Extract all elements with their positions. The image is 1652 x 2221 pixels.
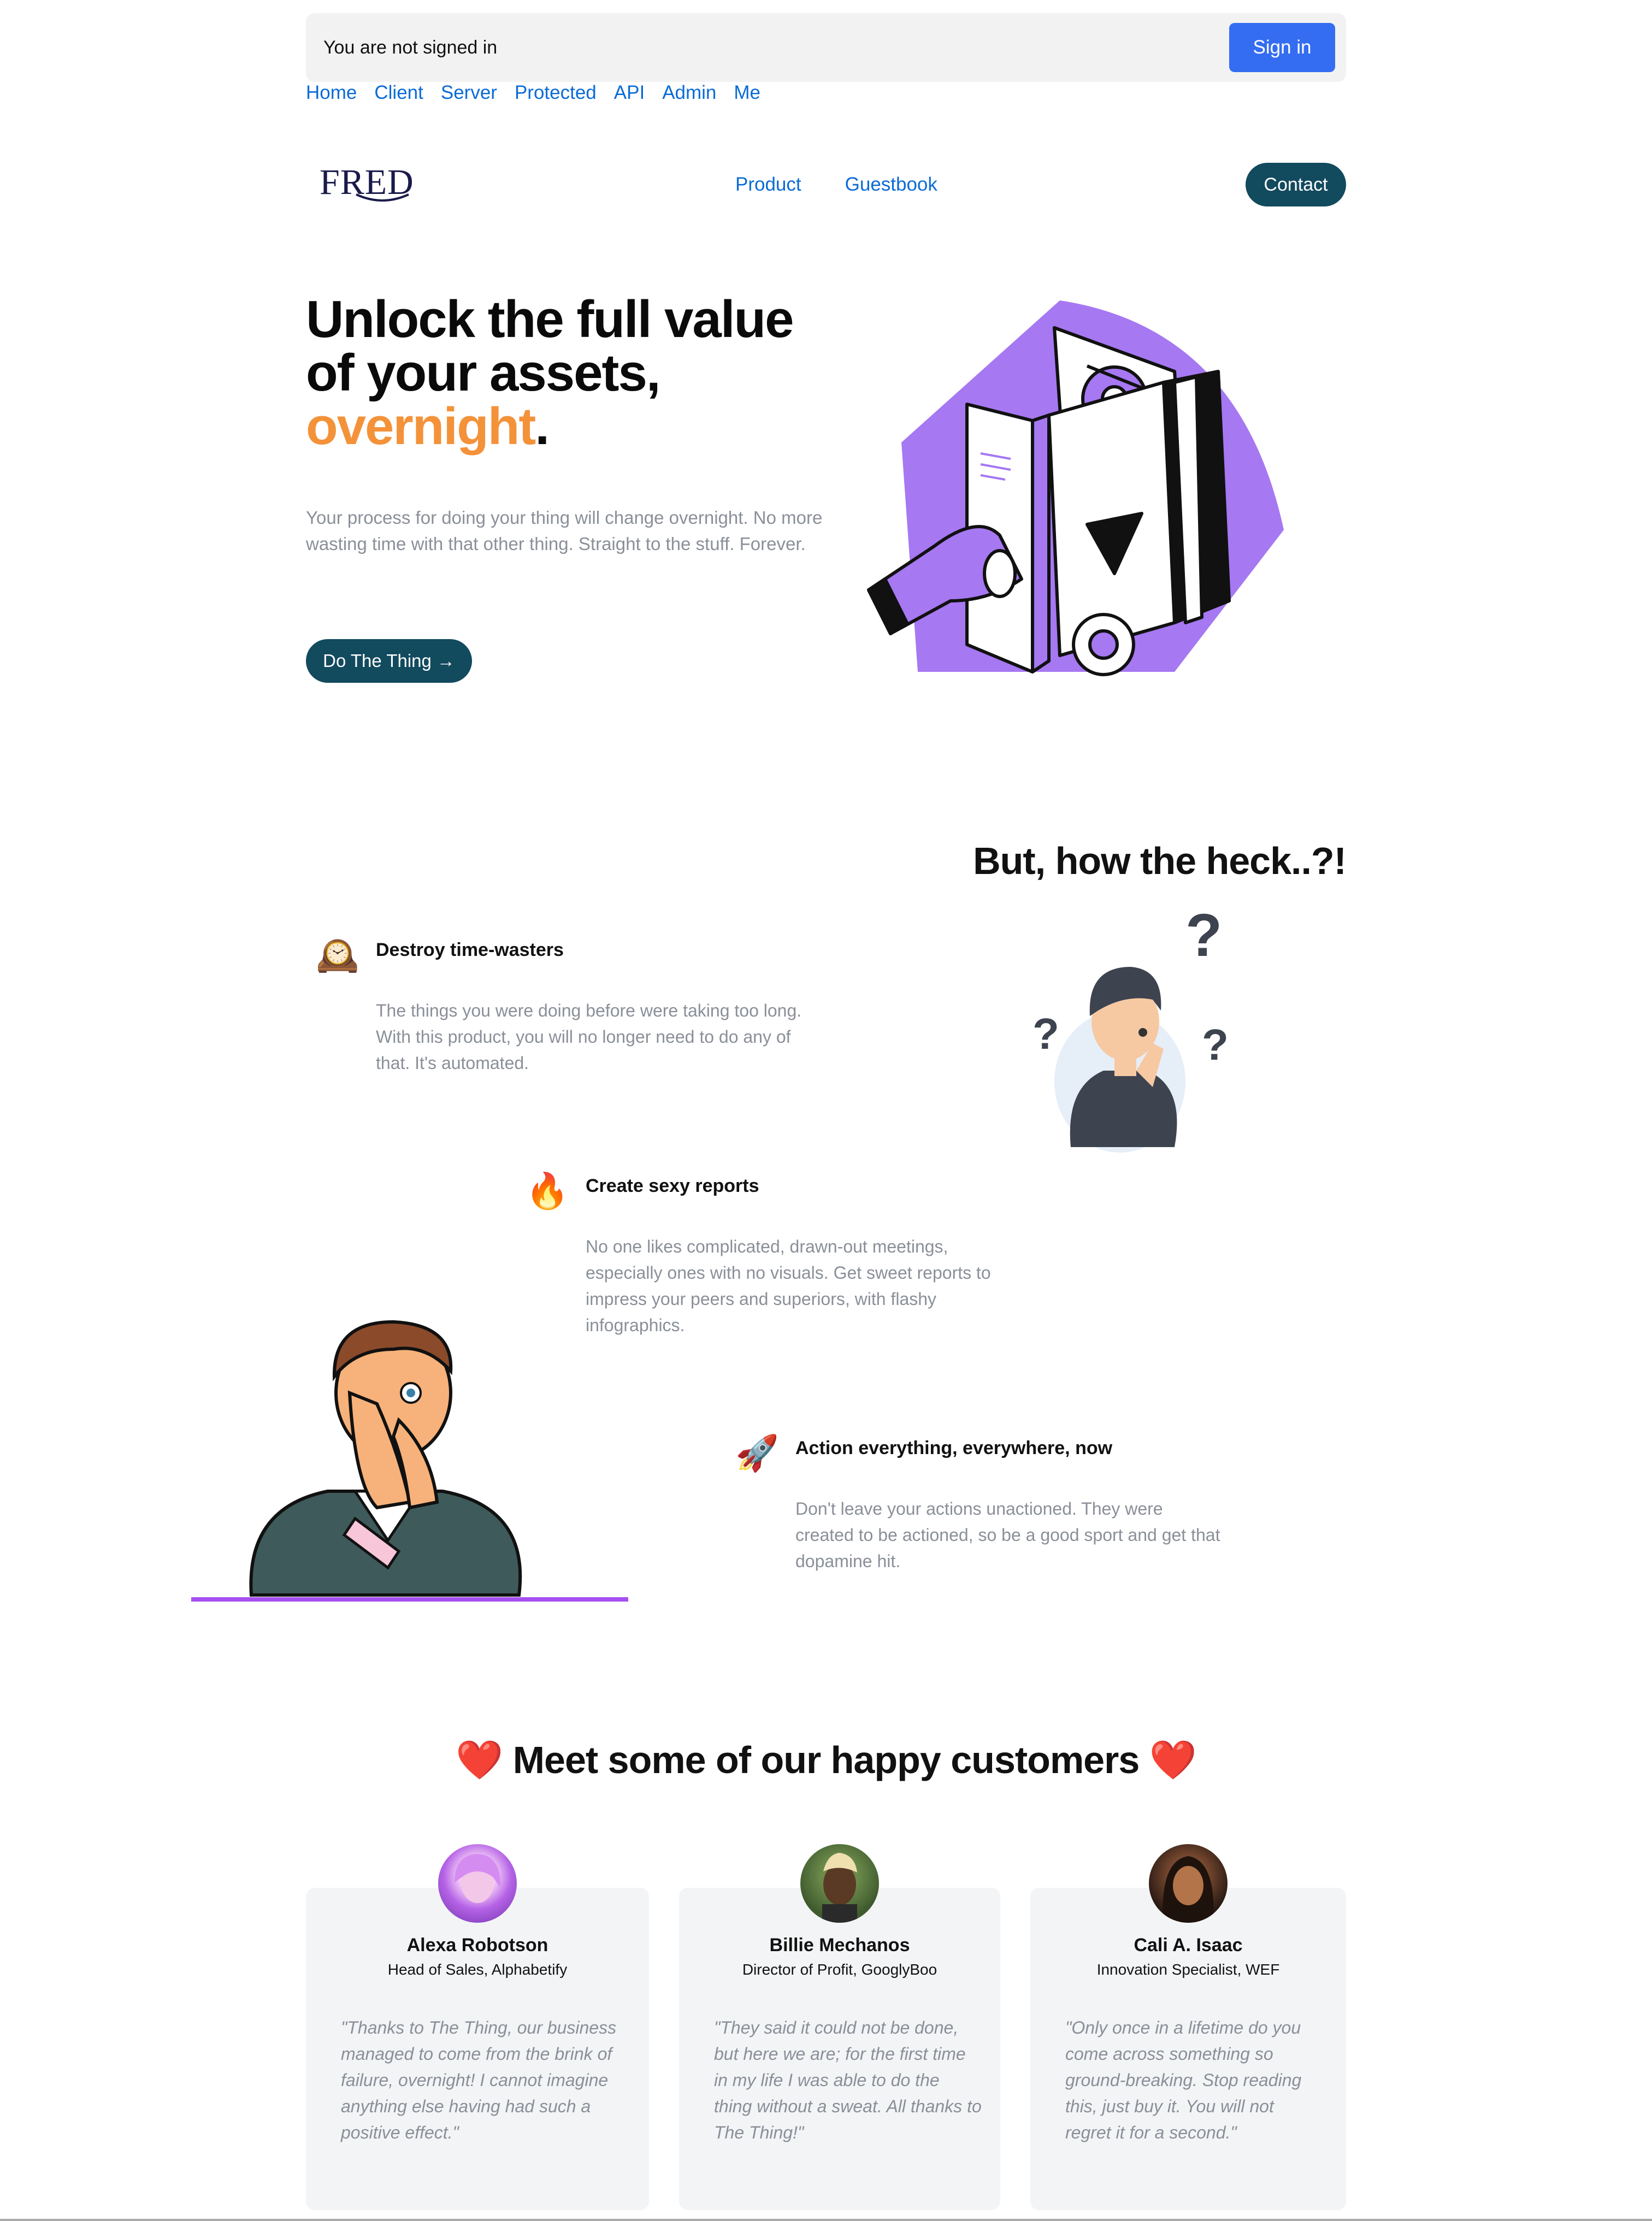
nav-link-product[interactable]: Product <box>735 174 801 196</box>
cta-label: Do The Thing <box>323 651 432 671</box>
hero-title: Unlock the full value of your assets, ov… <box>306 293 841 453</box>
avatar <box>800 1844 879 1923</box>
logo-swoosh-icon <box>356 193 409 202</box>
how-section-title: But, how the heck..?! <box>973 840 1347 882</box>
svg-text:?: ? <box>1202 1020 1229 1069</box>
feature-description: No one likes complicated, drawn-out meet… <box>586 1237 991 1335</box>
nav-link-protected[interactable]: Protected <box>515 82 597 104</box>
feature-title: Destroy time-wasters <box>376 940 564 960</box>
feature-title: Create sexy reports <box>586 1176 759 1196</box>
debug-nav: Home Client Server Protected API Admin M… <box>306 82 760 104</box>
feature-description: Don't leave your actions unactioned. The… <box>795 1499 1220 1571</box>
customers-title-text: Meet some of our happy customers <box>512 1739 1140 1781</box>
feature-description: The things you were doing before were ta… <box>376 1001 802 1073</box>
nav-link-guestbook[interactable]: Guestbook <box>845 174 937 196</box>
nav-link-home[interactable]: Home <box>306 82 357 104</box>
auth-bar: You are not signed in Sign in <box>306 13 1346 82</box>
contact-button[interactable]: Contact <box>1246 163 1346 206</box>
shocked-man-illustration <box>191 1320 628 1602</box>
testimonial-quote: "They said it could not be done, but her… <box>714 2018 982 2142</box>
nav-link-client[interactable]: Client <box>374 82 423 104</box>
auth-status-text: You are not signed in <box>323 37 498 58</box>
mantel-clock-icon: 🕰️ <box>316 935 359 974</box>
avatar-portrait-icon <box>455 1854 501 1903</box>
customer-name: Cali A. Isaac <box>1134 1935 1243 1956</box>
customer-name: Alexa Robotson <box>406 1935 548 1956</box>
heart-icon: ❤️ <box>456 1739 503 1781</box>
customer-role: Head of Sales, Alphabetify <box>387 1961 568 1978</box>
testimonial-card: Cali A. Isaac Innovation Specialist, WEF… <box>1030 1888 1346 2210</box>
testimonial-card: Billie Mechanos Director of Profit, Goog… <box>679 1888 1000 2210</box>
do-the-thing-button[interactable]: Do The Thing → <box>306 639 472 683</box>
avatar-portrait-icon <box>1163 1856 1214 1923</box>
avatar <box>1149 1844 1228 1923</box>
main-nav: Product Guestbook <box>735 174 937 196</box>
avatar-portrait-icon <box>822 1853 857 1923</box>
avatar <box>438 1844 517 1923</box>
customer-name: Billie Mechanos <box>769 1935 910 1956</box>
hero-title-line-1: Unlock the full value <box>306 290 794 348</box>
customer-role: Innovation Specialist, WEF <box>1096 1961 1280 1978</box>
nav-link-server[interactable]: Server <box>441 82 497 104</box>
testimonial-quote: "Thanks to The Thing, our business manag… <box>341 2018 617 2142</box>
svg-text:?: ? <box>1185 907 1222 969</box>
vault-illustration <box>867 300 1284 676</box>
fire-icon: 🔥 <box>526 1171 569 1210</box>
arrow-right-icon: → <box>436 651 455 671</box>
testimonial-card: Alexa Robotson Head of Sales, Alphabetif… <box>306 1888 649 2210</box>
heart-icon: ❤️ <box>1149 1739 1197 1781</box>
customers-section-title: ❤️ Meet some of our happy customers ❤️ <box>0 1738 1652 1783</box>
hero-title-line-2: of your assets, <box>306 344 661 402</box>
customer-role: Director of Profit, GooglyBoo <box>742 1961 937 1978</box>
testimonial-quote: "Only once in a lifetime do you come acr… <box>1065 2018 1302 2142</box>
feature-title: Action everything, everywhere, now <box>795 1438 1113 1458</box>
thinking-person-illustration: ? ? ? <box>1032 907 1229 1153</box>
nav-link-admin[interactable]: Admin <box>662 82 716 104</box>
nav-link-api[interactable]: API <box>614 82 645 104</box>
hero-subtitle: Your process for doing your thing will c… <box>306 507 823 554</box>
svg-text:?: ? <box>1032 1009 1059 1058</box>
nav-link-me[interactable]: Me <box>734 82 760 104</box>
sign-in-button[interactable]: Sign in <box>1229 23 1335 72</box>
rocket-icon: 🚀 <box>735 1433 779 1473</box>
hero-title-accent: overnight <box>306 397 536 456</box>
page-bottom-divider <box>0 2219 1652 2221</box>
hero-title-period: . <box>535 397 550 456</box>
